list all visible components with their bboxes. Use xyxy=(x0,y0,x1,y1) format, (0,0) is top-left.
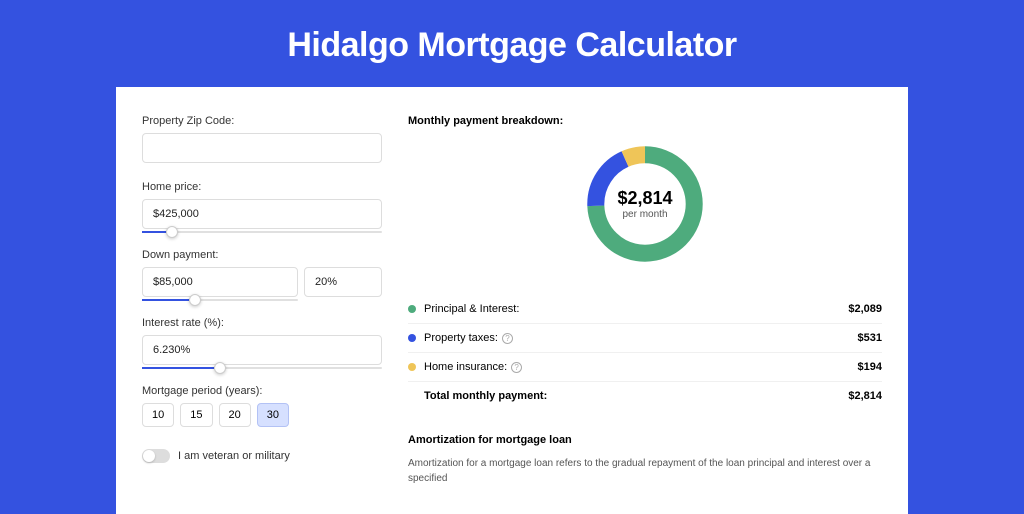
legend-total: Total monthly payment: $2,814 xyxy=(408,382,882,410)
calculator-card: Property Zip Code: Home price: Down paym… xyxy=(116,87,908,514)
legend-insurance-label: Home insurance: xyxy=(424,361,507,373)
amort-title: Amortization for mortgage loan xyxy=(408,434,882,446)
veteran-toggle[interactable] xyxy=(142,449,170,463)
veteran-row: I am veteran or military xyxy=(142,449,382,463)
home-price-label: Home price: xyxy=(142,181,382,193)
donut-chart: $2,814 per month xyxy=(580,139,710,269)
donut-chart-wrap: $2,814 per month xyxy=(408,139,882,269)
legend-principal-label: Principal & Interest: xyxy=(424,303,848,315)
legend-insurance: Home insurance: ? $194 xyxy=(408,353,882,382)
period-field: Mortgage period (years): 10 15 20 30 xyxy=(142,385,382,427)
breakdown-title: Monthly payment breakdown: xyxy=(408,115,882,127)
zip-field: Property Zip Code: xyxy=(142,115,382,165)
donut-sub: per month xyxy=(622,209,667,220)
legend-taxes-value: $531 xyxy=(858,332,882,344)
home-price-input[interactable] xyxy=(142,199,382,229)
home-price-slider[interactable] xyxy=(142,231,382,233)
info-icon[interactable]: ? xyxy=(511,362,522,373)
dot-icon xyxy=(408,305,416,313)
home-price-field: Home price: xyxy=(142,181,382,233)
page-title: Hidalgo Mortgage Calculator xyxy=(0,0,1024,87)
donut-amount: $2,814 xyxy=(617,188,672,209)
period-10-button[interactable]: 10 xyxy=(142,403,174,427)
period-30-button[interactable]: 30 xyxy=(257,403,289,427)
down-payment-pct-input[interactable] xyxy=(304,267,382,297)
dot-icon xyxy=(408,363,416,371)
rate-input[interactable] xyxy=(142,335,382,365)
down-payment-label: Down payment: xyxy=(142,249,382,261)
rate-label: Interest rate (%): xyxy=(142,317,382,329)
rate-slider[interactable] xyxy=(142,367,382,369)
down-payment-slider[interactable] xyxy=(142,299,298,301)
zip-label: Property Zip Code: xyxy=(142,115,382,127)
down-payment-input[interactable] xyxy=(142,267,298,297)
legend-taxes: Property taxes: ? $531 xyxy=(408,324,882,353)
dot-icon xyxy=(408,334,416,342)
legend-total-label: Total monthly payment: xyxy=(424,390,848,402)
legend-principal-value: $2,089 xyxy=(848,303,882,315)
info-icon[interactable]: ? xyxy=(502,333,513,344)
zip-input[interactable] xyxy=(142,133,382,163)
veteran-label: I am veteran or military xyxy=(178,450,290,462)
legend-principal: Principal & Interest: $2,089 xyxy=(408,295,882,324)
breakdown-panel: Monthly payment breakdown: $2,814 per mo… xyxy=(408,115,882,486)
rate-field: Interest rate (%): xyxy=(142,317,382,369)
down-payment-field: Down payment: xyxy=(142,249,382,301)
period-label: Mortgage period (years): xyxy=(142,385,382,397)
legend-total-value: $2,814 xyxy=(848,390,882,402)
legend-insurance-value: $194 xyxy=(858,361,882,373)
period-15-button[interactable]: 15 xyxy=(180,403,212,427)
form-panel: Property Zip Code: Home price: Down paym… xyxy=(142,115,382,486)
period-20-button[interactable]: 20 xyxy=(219,403,251,427)
amort-text: Amortization for a mortgage loan refers … xyxy=(408,456,882,486)
legend-taxes-label: Property taxes: xyxy=(424,332,498,344)
